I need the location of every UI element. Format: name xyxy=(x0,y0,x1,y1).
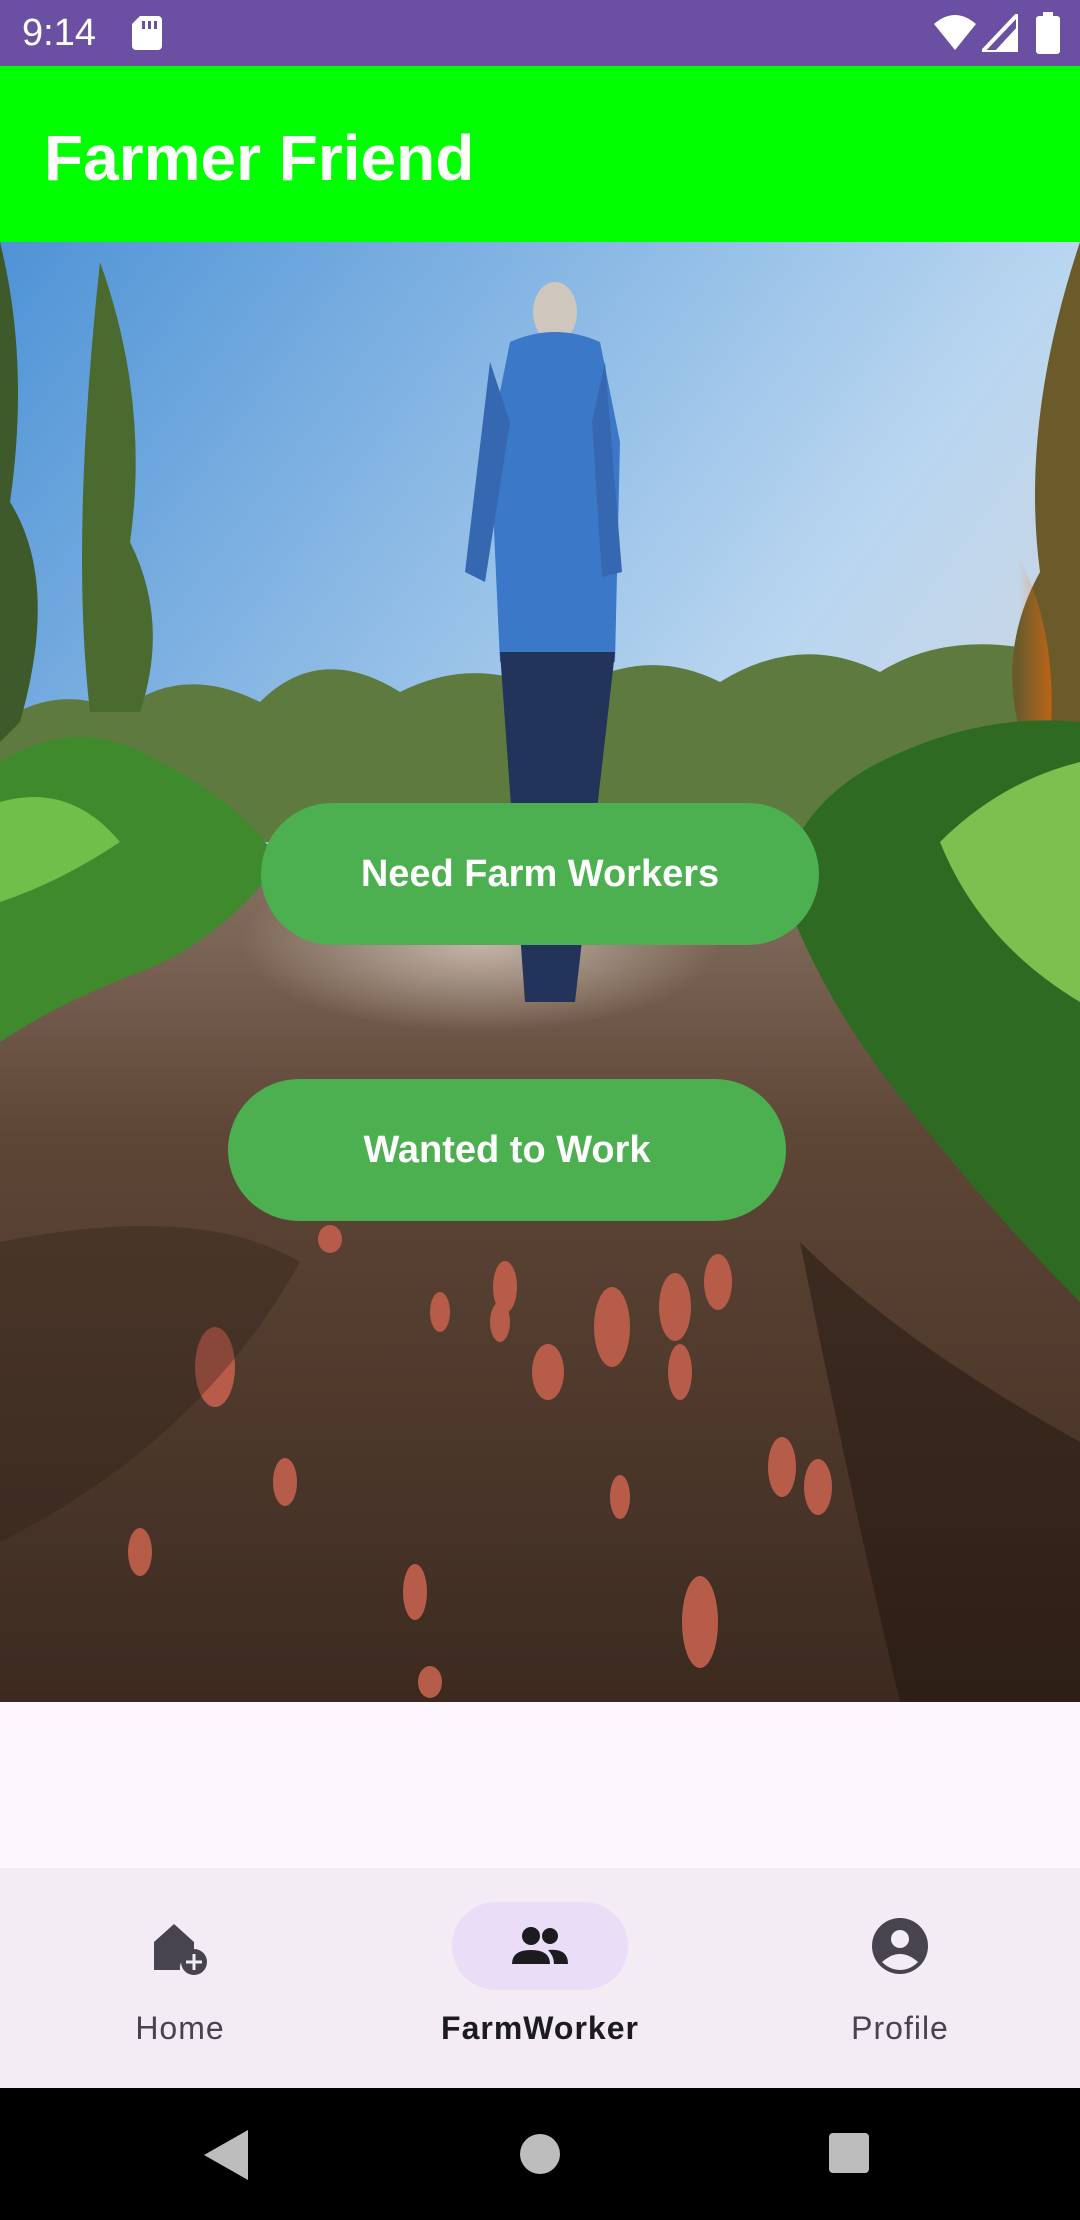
nav-item-farmworker[interactable]: FarmWorker xyxy=(360,1868,720,2088)
app-bar: Farmer Friend xyxy=(0,66,1080,242)
hero-image: Need Farm Workers Wanted to Work xyxy=(0,242,1080,1702)
nav-label-profile: Profile xyxy=(851,2010,949,2046)
home-circle-icon[interactable] xyxy=(518,2132,562,2176)
need-farm-workers-button[interactable]: Need Farm Workers xyxy=(261,803,819,945)
wanted-to-work-button[interactable]: Wanted to Work xyxy=(228,1079,786,1221)
back-icon[interactable] xyxy=(200,2128,250,2182)
status-time: 9:14 xyxy=(22,12,96,54)
bottom-navigation: Home FarmWorker Profile xyxy=(0,1868,1080,2088)
nav-label-farmworker: FarmWorker xyxy=(441,2010,639,2046)
status-bar: 9:14 xyxy=(0,0,1080,66)
farm-field-photo xyxy=(0,242,1080,1702)
home-add-icon xyxy=(154,1924,207,1975)
app-title: Farmer Friend xyxy=(44,122,475,194)
recents-icon[interactable] xyxy=(828,2132,870,2174)
cell-signal-icon xyxy=(982,14,1018,52)
nav-item-home[interactable]: Home xyxy=(0,1868,360,2088)
group-icon xyxy=(512,1927,568,1964)
account-circle-icon xyxy=(872,1918,928,1974)
system-navigation-bar xyxy=(0,2088,1080,2220)
battery-icon xyxy=(1036,12,1060,54)
sd-card-icon xyxy=(132,16,162,50)
nav-item-profile[interactable]: Profile xyxy=(720,1868,1080,2088)
nav-label-home: Home xyxy=(135,2010,225,2046)
wifi-icon xyxy=(934,15,976,50)
